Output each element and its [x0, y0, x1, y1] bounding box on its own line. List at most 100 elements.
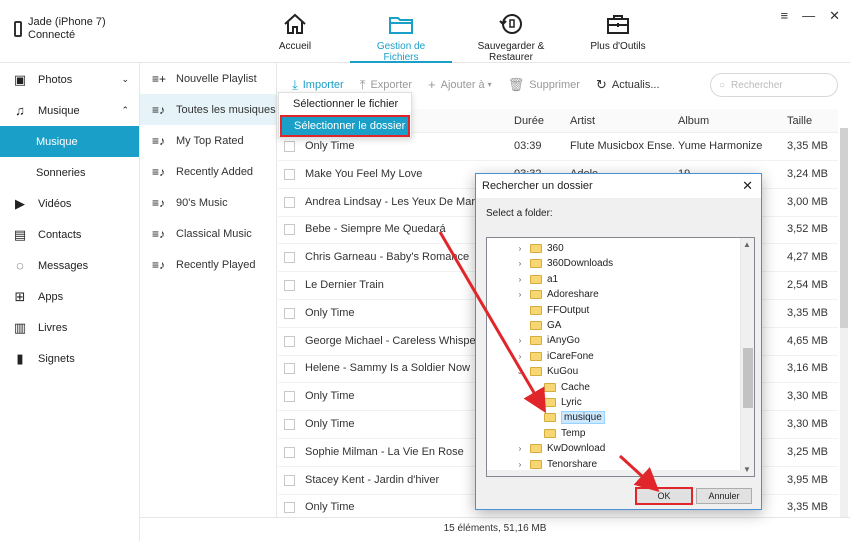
- row-checkbox[interactable]: [284, 280, 295, 291]
- delete-button[interactable]: 🗑 Supprimer: [508, 77, 580, 93]
- nav-gestion-fichiers[interactable]: Gestion de Fichiers: [350, 12, 452, 63]
- playlist-all-music[interactable]: ≡♪ Toutes les musiques: [140, 94, 276, 125]
- cancel-button[interactable]: Annuler: [696, 488, 752, 504]
- scrollbar-thumb[interactable]: [840, 128, 848, 328]
- folder-node[interactable]: › iAnyGo: [515, 333, 580, 348]
- folder-node[interactable]: › 360Downloads: [515, 256, 614, 271]
- playlist-recently-played[interactable]: ≡♪ Recently Played: [140, 249, 276, 280]
- row-checkbox[interactable]: [284, 252, 295, 264]
- folder-node[interactable]: Lyric: [529, 395, 582, 410]
- col-size[interactable]: Taille: [787, 115, 812, 127]
- folder-node[interactable]: Cache: [529, 380, 590, 395]
- minimize-button[interactable]: —: [802, 8, 815, 24]
- sidebar-item-photos[interactable]: ▣ Photos ⌄: [0, 64, 139, 95]
- row-checkbox[interactable]: [284, 224, 295, 236]
- sidebar-item-musique[interactable]: ♫ Musique ⌃: [0, 95, 139, 126]
- playlist-classical-music[interactable]: ≡♪ Classical Music: [140, 218, 276, 249]
- playlist-top-rated[interactable]: ≡♪ My Top Rated: [140, 125, 276, 156]
- expander-icon[interactable]: ›: [515, 244, 525, 253]
- folder-icon: [530, 444, 542, 454]
- folder-node[interactable]: › Adoreshare: [515, 287, 599, 302]
- row-checkbox[interactable]: [284, 168, 295, 180]
- add-to-button[interactable]: + Ajouter à ▾: [428, 77, 492, 92]
- col-duration[interactable]: Durée: [514, 115, 544, 127]
- folder-name: 360Downloads: [547, 258, 614, 270]
- row-checkbox[interactable]: [284, 446, 295, 458]
- sidebar-subitem-musique[interactable]: Musique: [0, 126, 139, 157]
- playlist-recently-added[interactable]: ≡♪ Recently Added: [140, 156, 276, 187]
- import-button[interactable]: ⤓ Importer: [292, 77, 344, 93]
- scroll-up-icon[interactable]: ▲: [743, 240, 751, 249]
- expander-icon[interactable]: ›: [515, 290, 525, 299]
- folder-node[interactable]: GA: [515, 318, 561, 333]
- col-artist[interactable]: Artist: [570, 115, 595, 127]
- scroll-down-icon[interactable]: ▼: [743, 465, 751, 474]
- sidebar-subitem-sonneries[interactable]: Sonneries: [0, 157, 139, 188]
- playlist-column: ≡+ Nouvelle Playlist ≡♪ Toutes les musiq…: [140, 63, 277, 541]
- row-checkbox[interactable]: [284, 196, 295, 208]
- table-scrollbar[interactable]: [840, 128, 848, 518]
- select-file-option[interactable]: Sélectionner le fichier: [279, 93, 411, 115]
- playlist-new[interactable]: ≡+ Nouvelle Playlist: [140, 63, 276, 94]
- folder-node[interactable]: ⌄ KuGou: [515, 364, 579, 379]
- folder-node[interactable]: › KwDownload: [515, 441, 606, 456]
- row-checkbox[interactable]: [284, 307, 295, 319]
- cell-name: Only Time: [305, 140, 355, 152]
- folder-name: FFOutput: [547, 304, 590, 316]
- folder-node[interactable]: Temp: [529, 426, 585, 441]
- close-button[interactable]: ✕: [829, 8, 840, 24]
- row-checkbox[interactable]: [284, 391, 295, 403]
- folder-node[interactable]: › 360: [515, 241, 564, 256]
- home-icon: [284, 13, 306, 34]
- backup-icon: [499, 14, 522, 34]
- expander-icon[interactable]: ›: [515, 460, 525, 469]
- search-input[interactable]: ○ Rechercher: [710, 73, 838, 97]
- nav-plus-outils[interactable]: Plus d'Outils: [590, 12, 646, 52]
- sidebar-item-livres[interactable]: ▥ Livres: [0, 312, 139, 343]
- device-info[interactable]: Jade (iPhone 7) Connecté: [14, 16, 106, 42]
- sidebar-item-messages[interactable]: ◌ Messages: [0, 250, 139, 281]
- ok-button[interactable]: OK: [635, 487, 693, 505]
- menu-icon[interactable]: ≡: [781, 8, 789, 24]
- expander-icon[interactable]: ›: [515, 259, 525, 268]
- row-checkbox[interactable]: [284, 419, 295, 430]
- select-folder-option[interactable]: Sélectionner le dossier: [280, 115, 410, 137]
- folder-name: Tenorshare: [547, 458, 598, 470]
- playlist-90s-music[interactable]: ≡♪ 90's Music: [140, 187, 276, 218]
- sidebar-item-apps[interactable]: ⊞ Apps: [0, 281, 139, 312]
- folder-node[interactable]: › a1: [515, 272, 558, 287]
- expander-icon[interactable]: ⌄: [515, 367, 525, 376]
- expander-icon[interactable]: ›: [515, 336, 525, 345]
- nav-accueil[interactable]: Accueil: [278, 12, 312, 52]
- expander-icon[interactable]: ›: [515, 444, 525, 453]
- row-checkbox[interactable]: [284, 363, 295, 375]
- cell-name: Andrea Lindsay - Les Yeux De Marie: [305, 195, 484, 208]
- export-button[interactable]: ⤒ Exporter: [360, 77, 412, 93]
- cell-size: 3,35 MB: [787, 501, 828, 514]
- folder-node[interactable]: musique: [529, 410, 605, 425]
- col-album[interactable]: Album: [678, 115, 709, 127]
- nav-label: Sauvegarder & Restaurer: [477, 41, 545, 63]
- row-checkbox[interactable]: [284, 502, 295, 514]
- tree-hscrollbar[interactable]: [487, 470, 741, 476]
- folder-node[interactable]: FFOutput: [515, 303, 589, 318]
- refresh-button[interactable]: ↻ Actualis...: [596, 77, 660, 93]
- sidebar-item-videos[interactable]: ▶ Vidéos: [0, 188, 139, 219]
- tree-scrollbar[interactable]: ▲ ▼: [740, 238, 754, 476]
- row-checkbox[interactable]: [284, 335, 295, 347]
- folder-node[interactable]: › iCareFone: [515, 349, 594, 364]
- tree-scrollbar-thumb[interactable]: [743, 348, 753, 408]
- nav-sauvegarder-restaurer[interactable]: Sauvegarder & Restaurer: [459, 12, 563, 63]
- row-checkbox[interactable]: [284, 141, 295, 152]
- close-icon[interactable]: ✕: [742, 174, 753, 198]
- sidebar-item-signets[interactable]: ▮ Signets: [0, 343, 139, 374]
- expander-icon[interactable]: ›: [515, 275, 525, 284]
- folder-tree: › 360 › 360Downloads › a1 › Adoreshare FFOutput G…: [486, 237, 755, 477]
- row-checkbox[interactable]: [284, 474, 295, 486]
- sidebar-item-contacts[interactable]: ▤ Contacts: [0, 219, 139, 250]
- cell-duration: 03:39: [514, 140, 542, 152]
- import-dropdown: Sélectionner le fichier Sélectionner le …: [278, 92, 412, 138]
- sidebar-item-label: Contacts: [38, 228, 82, 241]
- expander-icon[interactable]: ›: [515, 352, 525, 361]
- cell-artist: Flute Musicbox Ense...: [570, 140, 674, 152]
